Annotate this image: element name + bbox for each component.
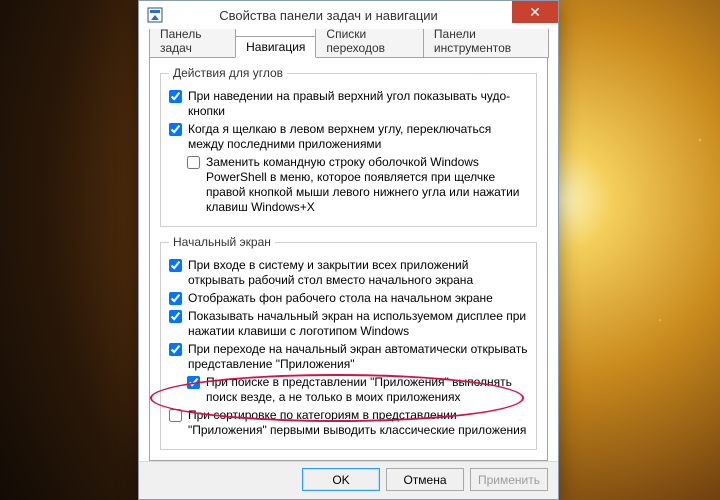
apply-button[interactable]: Применить (470, 468, 548, 491)
checkbox-desktop-bg[interactable] (169, 292, 182, 305)
option-desktop-on-signin-label: При входе в систему и закрытии всех прил… (188, 258, 528, 288)
tab-taskbar[interactable]: Панель задач (149, 29, 236, 58)
tab-jumplists[interactable]: Списки переходов (315, 29, 424, 58)
cancel-button[interactable]: Отмена (386, 468, 464, 491)
option-apps-view-label: При переходе на начальный экран автомати… (188, 342, 528, 372)
group-start-screen-legend: Начальный экран (169, 235, 275, 249)
titlebar: Свойства панели задач и навигации ✕ (139, 1, 558, 29)
tab-toolbars[interactable]: Панели инструментов (423, 29, 549, 58)
checkbox-recent-apps[interactable] (169, 123, 182, 136)
option-same-display[interactable]: Показывать начальный экран на используем… (169, 309, 528, 339)
option-desktop-bg[interactable]: Отображать фон рабочего стола на начальн… (169, 291, 528, 306)
properties-dialog: Свойства панели задач и навигации ✕ Пане… (138, 0, 559, 500)
option-powershell[interactable]: Заменить командную строку оболочкой Wind… (187, 155, 528, 215)
checkbox-desktop-on-signin[interactable] (169, 259, 182, 272)
tab-page-navigation: Действия для углов При наведении на прав… (149, 57, 548, 461)
close-icon: ✕ (529, 5, 541, 19)
checkbox-same-display[interactable] (169, 310, 182, 323)
group-corner-actions-legend: Действия для углов (169, 66, 287, 80)
option-apps-view[interactable]: При переходе на начальный экран автомати… (169, 342, 528, 372)
option-charms[interactable]: При наведении на правый верхний угол пок… (169, 89, 528, 119)
option-desktop-bg-label: Отображать фон рабочего стола на начальн… (188, 291, 528, 306)
option-recent-apps-label: Когда я щелкаю в левом верхнем углу, пер… (188, 122, 528, 152)
window-title: Свойства панели задач и навигации (145, 8, 512, 23)
desktop-background: Свойства панели задач и навигации ✕ Пане… (0, 0, 720, 500)
checkbox-desktop-apps-first[interactable] (169, 409, 182, 422)
option-search-everywhere-label: При поиске в представлении "Приложения" … (206, 375, 528, 405)
option-charms-label: При наведении на правый верхний угол пок… (188, 89, 528, 119)
tab-navigation[interactable]: Навигация (235, 36, 316, 58)
checkbox-search-everywhere[interactable] (187, 376, 200, 389)
option-desktop-apps-first-label: При сортировке по категориям в представл… (188, 408, 528, 438)
option-desktop-on-signin[interactable]: При входе в систему и закрытии всех прил… (169, 258, 528, 288)
checkbox-apps-view[interactable] (169, 343, 182, 356)
option-search-everywhere[interactable]: При поиске в представлении "Приложения" … (187, 375, 528, 405)
option-recent-apps[interactable]: Когда я щелкаю в левом верхнем углу, пер… (169, 122, 528, 152)
ok-button[interactable]: OK (302, 468, 380, 491)
dialog-button-row: OK Отмена Применить (139, 461, 558, 499)
group-start-screen: Начальный экран При входе в систему и за… (160, 235, 537, 450)
option-powershell-label: Заменить командную строку оболочкой Wind… (206, 155, 528, 215)
group-corner-actions: Действия для углов При наведении на прав… (160, 66, 537, 227)
checkbox-charms[interactable] (169, 90, 182, 103)
close-button[interactable]: ✕ (512, 1, 558, 23)
tab-strip: Панель задач Навигация Списки переходов … (149, 35, 548, 57)
option-desktop-apps-first[interactable]: При сортировке по категориям в представл… (169, 408, 528, 438)
client-area: Панель задач Навигация Списки переходов … (139, 29, 558, 461)
checkbox-powershell[interactable] (187, 156, 200, 169)
option-same-display-label: Показывать начальный экран на используем… (188, 309, 528, 339)
